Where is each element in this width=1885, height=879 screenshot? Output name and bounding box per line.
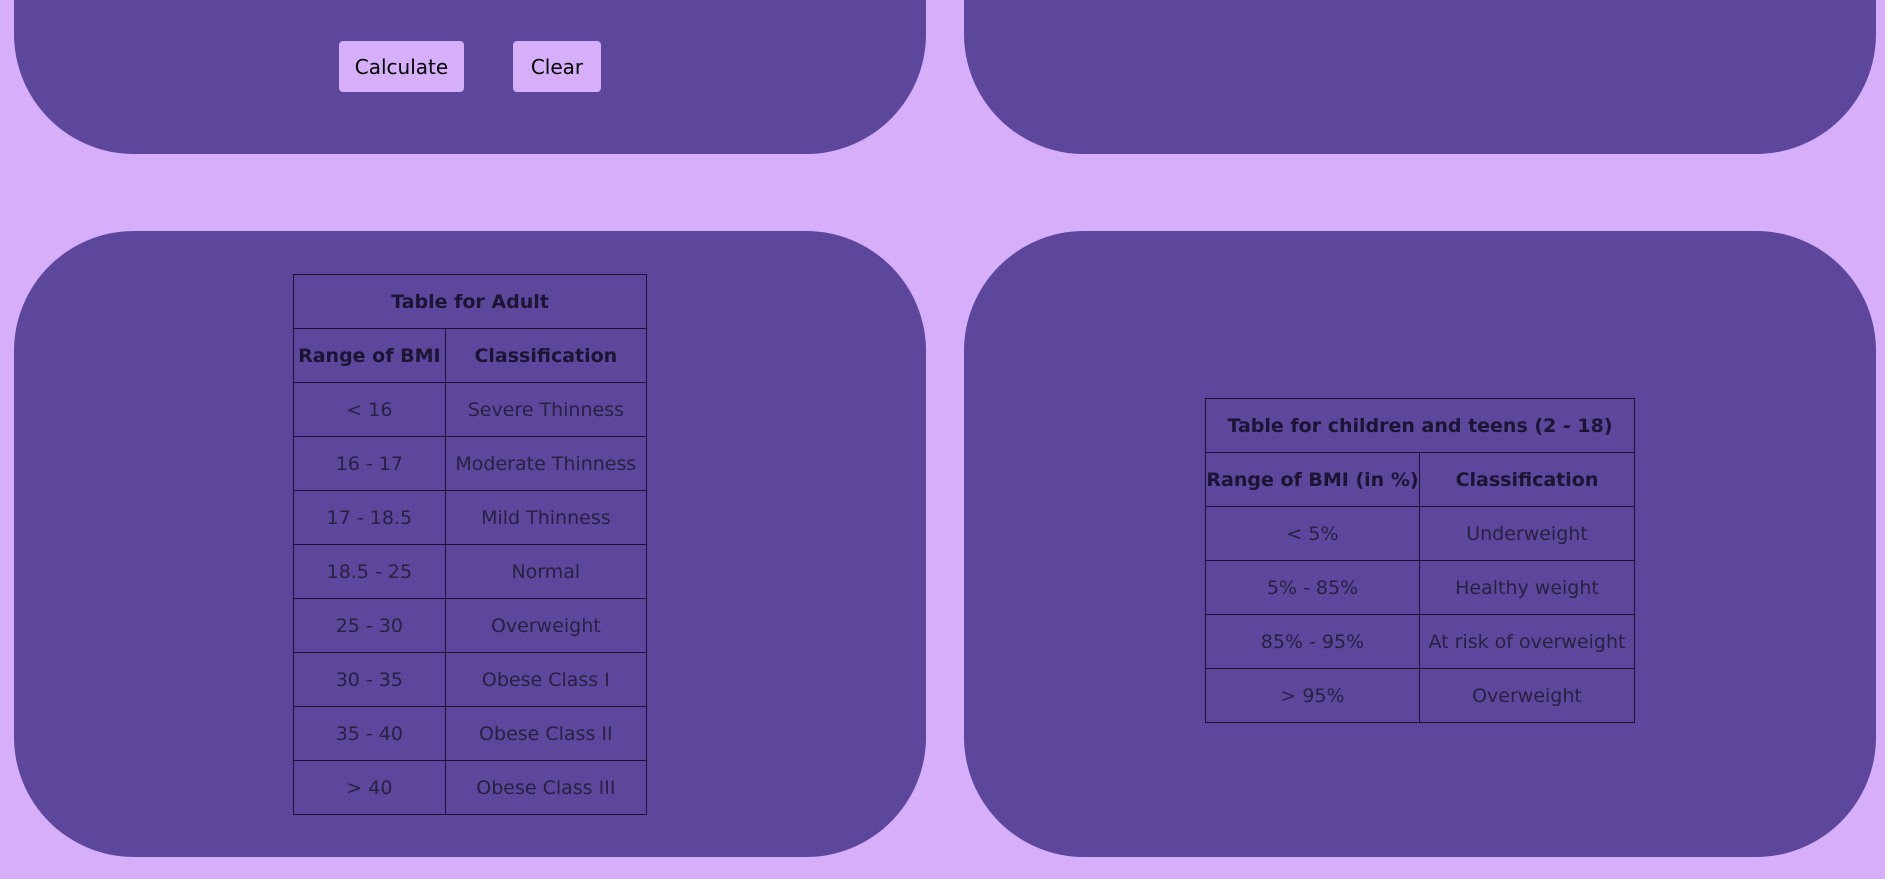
calculator-panel [14,0,926,154]
table-row: 16 - 17 Moderate Thinness [293,436,648,491]
table-row: < 16 Severe Thinness [293,382,648,437]
classification-cell: At risk of overweight [1418,614,1636,669]
table-row: 30 - 35 Obese Class I [293,652,648,707]
classification-cell: Normal [444,544,648,599]
child-bmi-table: Table for children and teens (2 - 18) Ra… [1205,398,1636,723]
table-row: > 95% Overweight [1205,668,1636,723]
bmi-range-cell: > 95% [1205,668,1420,723]
bmi-range-cell: 35 - 40 [293,706,446,761]
table-row: < 5% Underweight [1205,506,1636,561]
classification-cell: Obese Class III [444,760,648,815]
classification-cell: Overweight [1418,668,1636,723]
table-row: 35 - 40 Obese Class II [293,706,648,761]
classification-cell: Moderate Thinness [444,436,648,491]
result-panel [964,0,1876,154]
classification-cell: Overweight [444,598,648,653]
bmi-range-cell: 30 - 35 [293,652,446,707]
bmi-range-cell: 18.5 - 25 [293,544,446,599]
calculate-button[interactable]: Calculate [339,41,464,92]
classification-cell: Severe Thinness [444,382,648,437]
classification-cell: Obese Class II [444,706,648,761]
bmi-range-cell: < 16 [293,382,446,437]
table-row: 5% - 85% Healthy weight [1205,560,1636,615]
classification-cell: Obese Class I [444,652,648,707]
table-row: 85% - 95% At risk of overweight [1205,614,1636,669]
bmi-range-cell: < 5% [1205,506,1420,561]
table-title: Table for Adult [293,274,647,329]
column-header: Range of BMI [293,328,446,383]
bmi-range-cell: 17 - 18.5 [293,490,446,545]
bmi-range-cell: 16 - 17 [293,436,446,491]
classification-cell: Healthy weight [1418,560,1636,615]
column-header: Classification [444,328,648,383]
column-header: Classification [1418,452,1636,507]
table-row: 25 - 30 Overweight [293,598,648,653]
column-header: Range of BMI (in %) [1205,452,1420,507]
classification-cell: Mild Thinness [444,490,648,545]
clear-button[interactable]: Clear [513,41,601,92]
table-title: Table for children and teens (2 - 18) [1205,398,1635,453]
classification-cell: Underweight [1418,506,1636,561]
table-row: 18.5 - 25 Normal [293,544,648,599]
bmi-range-cell: 25 - 30 [293,598,446,653]
bmi-range-cell: 85% - 95% [1205,614,1420,669]
bmi-range-cell: > 40 [293,760,446,815]
table-row: > 40 Obese Class III [293,760,648,815]
table-row: 17 - 18.5 Mild Thinness [293,490,648,545]
adult-bmi-table: Table for Adult Range of BMI Classificat… [293,274,648,815]
bmi-range-cell: 5% - 85% [1205,560,1420,615]
